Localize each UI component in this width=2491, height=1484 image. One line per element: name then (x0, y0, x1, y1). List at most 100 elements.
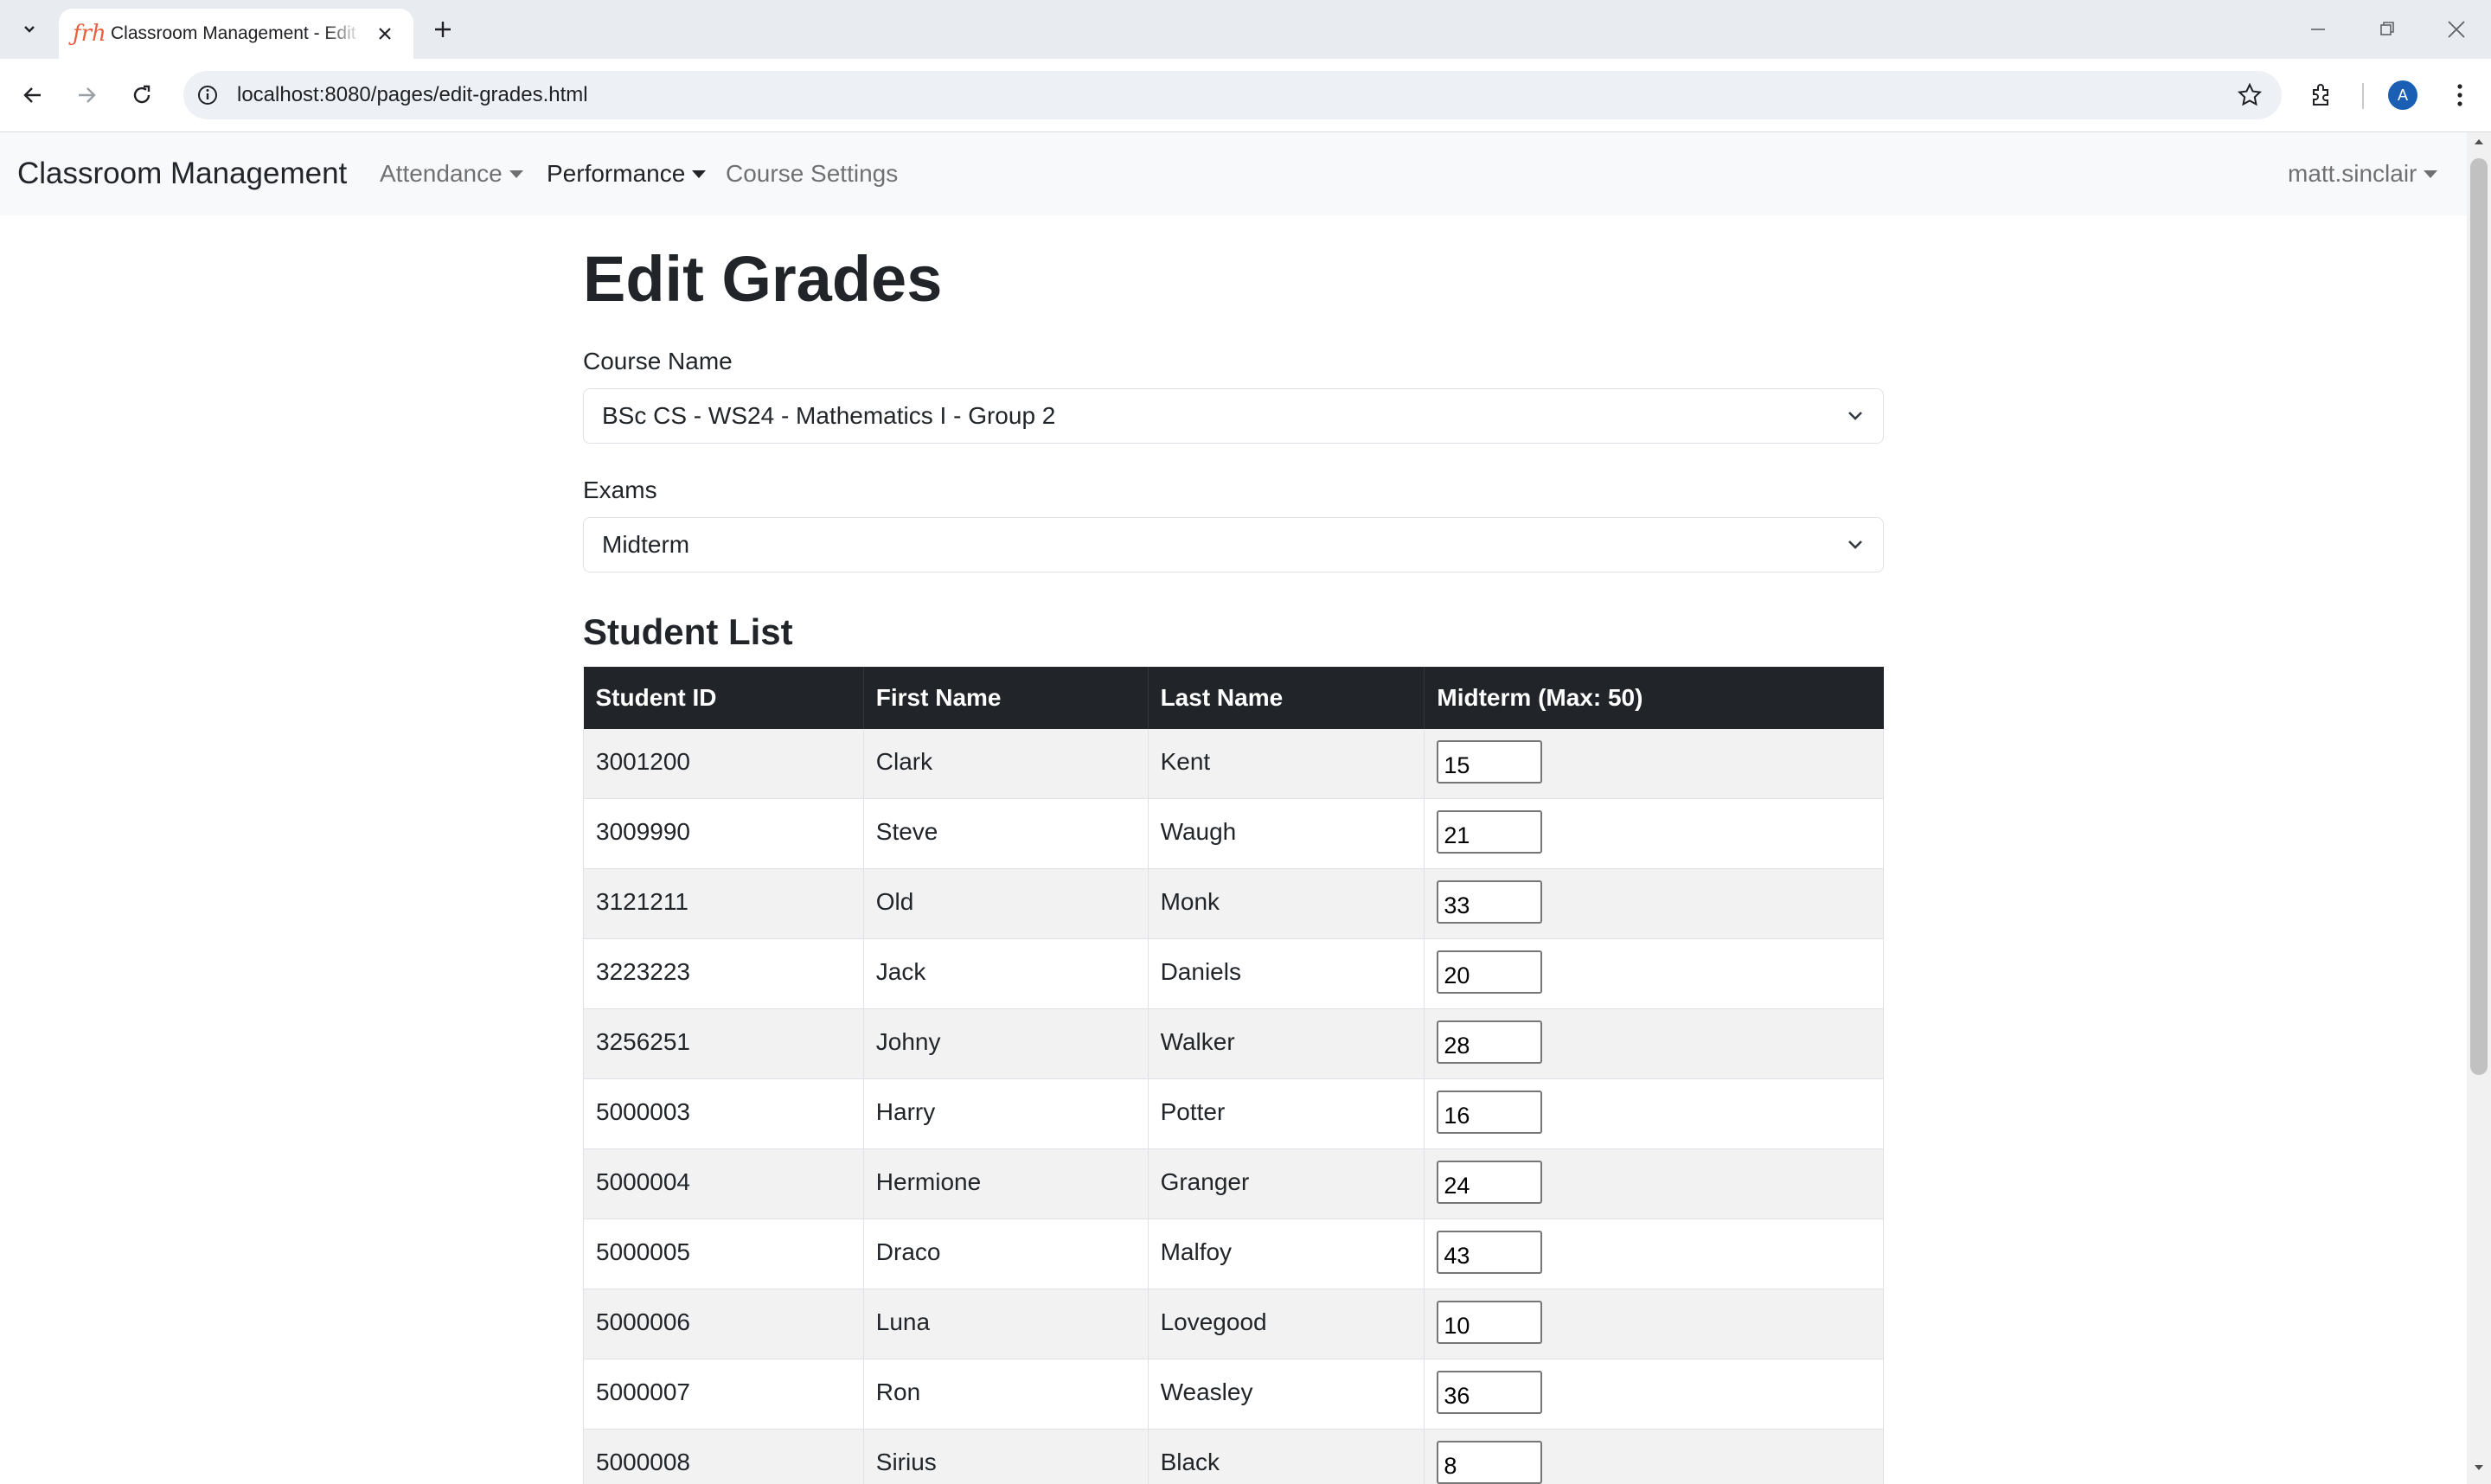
grade-input[interactable] (1437, 950, 1543, 994)
student-list-heading: Student List (583, 611, 793, 652)
toolbar-divider (2362, 83, 2364, 109)
header-student-id: Student ID (583, 667, 864, 729)
student-id-cell-text: 3121211 (596, 888, 688, 915)
chevron-down-icon (1848, 412, 1862, 420)
site-info-icon[interactable] (195, 83, 220, 107)
caret-down-icon (2424, 170, 2438, 178)
student-id-cell: 3223223 (583, 938, 864, 1009)
close-window-icon[interactable] (2439, 12, 2474, 47)
course-select-value: BSc CS - WS24 - Mathematics I - Group 2 (602, 402, 1056, 429)
tab-close-icon[interactable] (372, 21, 398, 47)
grade-input[interactable] (1437, 1161, 1543, 1204)
grade-cell (1424, 938, 1884, 1009)
user-menu-dropdown[interactable]: matt.sinclair (2288, 159, 2438, 189)
scrollbar-thumb[interactable] (2470, 158, 2488, 1075)
minimize-icon[interactable] (2301, 12, 2335, 47)
last-name-cell: Lovegood (1147, 1289, 1425, 1359)
last-name-cell: Weasley (1147, 1359, 1425, 1430)
first-name-cell: Steve (862, 798, 1149, 869)
course-name-label: Course Name (583, 348, 733, 374)
page-scrollbar[interactable] (2467, 132, 2491, 1484)
last-name-cell-text: Kent (1160, 748, 1211, 775)
table-row: 5000005 Draco Malfoy (583, 1219, 1884, 1289)
student-id-cell-text: 3009990 (596, 818, 691, 845)
student-id-cell-text: 5000008 (596, 1449, 691, 1475)
first-name-cell: Ron (862, 1359, 1149, 1430)
student-id-cell: 3009990 (583, 798, 864, 869)
nav-course-settings[interactable]: Course Settings (726, 159, 898, 189)
grade-input[interactable] (1437, 1020, 1543, 1064)
top-navbar: Classroom Management Attendance Performa… (0, 132, 2467, 215)
grade-cell (1424, 1008, 1884, 1079)
profile-avatar[interactable]: A (2385, 78, 2420, 112)
favicon-icon: ƒrh (73, 21, 106, 47)
last-name-cell: Walker (1147, 1008, 1425, 1079)
grade-input[interactable] (1437, 1231, 1543, 1274)
caret-down-icon (509, 170, 523, 178)
grade-cell (1424, 1148, 1884, 1219)
first-name-cell: Jack (862, 938, 1149, 1009)
last-name-cell-text: Granger (1160, 1168, 1250, 1195)
avatar: A (2388, 80, 2417, 110)
student-id-cell: 3121211 (583, 868, 864, 939)
last-name-cell: Kent (1147, 729, 1425, 799)
reload-icon[interactable] (125, 78, 159, 112)
table-row: 3001200 Clark Kent (583, 729, 1884, 799)
course-select[interactable]: BSc CS - WS24 - Mathematics I - Group 2 (583, 388, 1884, 444)
grade-input[interactable] (1437, 1441, 1543, 1484)
restore-icon[interactable] (2370, 12, 2405, 47)
last-name-cell: Monk (1147, 868, 1425, 939)
address-bar[interactable]: localhost:8080/pages/edit-grades.html (183, 71, 2282, 119)
url-text[interactable]: localhost:8080/pages/edit-grades.html (237, 83, 588, 107)
exam-select-value: Midterm (602, 531, 690, 558)
grade-cell (1424, 729, 1884, 799)
nav-attendance-dropdown[interactable]: Attendance (380, 159, 523, 189)
last-name-cell-text: Monk (1160, 888, 1220, 915)
grade-input[interactable] (1437, 810, 1543, 854)
grade-input[interactable] (1437, 1371, 1543, 1414)
scroll-up-arrow-icon[interactable] (2467, 138, 2491, 155)
back-icon[interactable] (16, 78, 50, 112)
grade-input[interactable] (1437, 1091, 1543, 1134)
nav-attendance-label: Attendance (380, 160, 503, 187)
grade-input[interactable] (1437, 740, 1543, 784)
first-name-cell: Sirius (862, 1429, 1149, 1484)
table-row: 3256251 Johny Walker (583, 1008, 1884, 1079)
tab-search-chevron-icon[interactable] (12, 14, 47, 45)
tab-title: Classroom Management - Edit Grades (111, 23, 362, 43)
last-name-cell: Waugh (1147, 798, 1425, 869)
grade-cell (1424, 1078, 1884, 1149)
browser-toolbar: localhost:8080/pages/edit-grades.html A (0, 59, 2491, 132)
last-name-cell: Black (1147, 1429, 1425, 1484)
student-id-cell: 5000007 (583, 1359, 864, 1430)
grade-input[interactable] (1437, 880, 1543, 924)
browser-tab[interactable]: ƒrh Classroom Management - Edit Grades (59, 9, 413, 59)
first-name-cell-text: Johny (875, 1028, 941, 1055)
nav-performance-label: Performance (547, 160, 686, 187)
grade-cell (1424, 1289, 1884, 1359)
exams-label: Exams (583, 477, 657, 503)
nav-performance-dropdown[interactable]: Performance (547, 159, 707, 189)
student-id-cell: 5000004 (583, 1148, 864, 1219)
grade-input[interactable] (1437, 1301, 1543, 1344)
browser-tab-strip: ƒrh Classroom Management - Edit Grades (0, 0, 2491, 59)
first-name-cell-text: Jack (875, 958, 926, 985)
first-name-cell: Luna (862, 1289, 1149, 1359)
new-tab-icon[interactable] (427, 14, 458, 45)
caret-down-icon (692, 170, 707, 178)
table-row: 5000007 Ron Weasley (583, 1359, 1884, 1430)
navbar-brand[interactable]: Classroom Management (17, 156, 347, 192)
first-name-cell-text: Clark (875, 748, 933, 775)
browser-menu-icon[interactable] (2443, 78, 2477, 112)
bookmark-star-icon[interactable] (2237, 82, 2263, 108)
exam-select[interactable]: Midterm (583, 517, 1884, 572)
extensions-icon[interactable] (2304, 78, 2339, 112)
forward-icon[interactable] (69, 78, 104, 112)
grades-table: Student ID First Name Last Name Midterm … (583, 667, 1884, 1484)
grade-cell (1424, 798, 1884, 869)
grades-table-body: 3001200 Clark Kent 3009990 Steve Waugh 3121211… (583, 729, 1884, 1484)
student-id-cell-text: 3223223 (596, 958, 691, 985)
first-name-cell: Clark (862, 729, 1149, 799)
scroll-down-arrow-icon[interactable] (2467, 1463, 2491, 1481)
header-midterm: Midterm (Max: 50) (1424, 667, 1884, 729)
